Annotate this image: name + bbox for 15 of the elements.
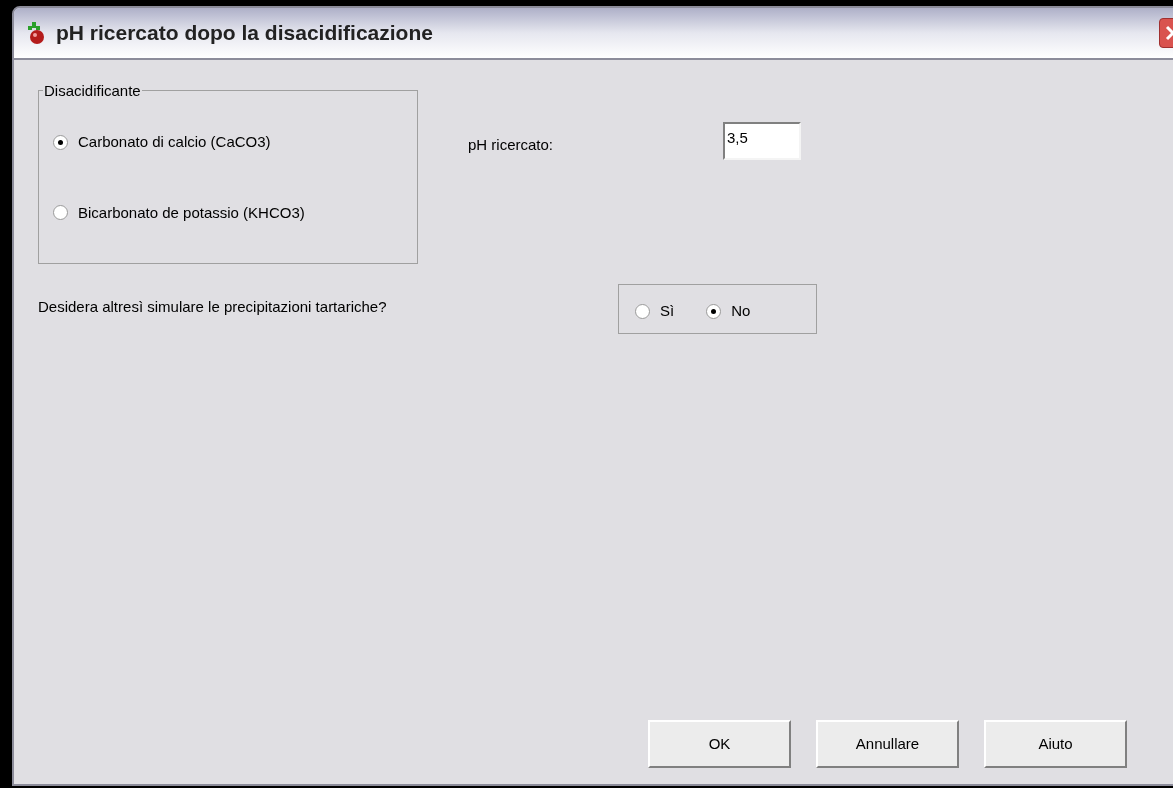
radio-option[interactable]: Bicarbonato de potassio (KHCO3) <box>53 201 417 224</box>
field-label: pH ricercato: <box>468 135 554 155</box>
ph-input[interactable]: 3,5 <box>723 122 802 160</box>
window-title: pH ricercato dopo la disacidificazione <box>56 20 433 47</box>
radio-button[interactable] <box>706 303 722 319</box>
radio-option[interactable]: Carbonato di calcio (CaCO3) <box>53 131 417 154</box>
radio-option[interactable]: Sì <box>635 299 675 323</box>
radio-button[interactable] <box>635 303 650 319</box>
dialog-button[interactable]: Annullare <box>816 720 959 768</box>
dialog-button[interactable]: OK <box>648 720 791 768</box>
question-label: Desidera altresì simulare le precipitazioni tartariche? <box>38 297 388 317</box>
radio-option[interactable]: No <box>706 299 751 323</box>
radio-button[interactable] <box>53 205 68 221</box>
radio-button[interactable] <box>53 134 68 150</box>
dialog-button[interactable]: Aiuto <box>984 720 1127 768</box>
